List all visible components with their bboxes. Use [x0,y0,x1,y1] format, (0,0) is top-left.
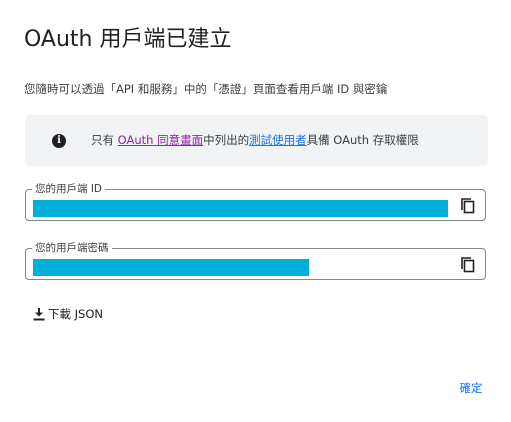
info-middle: 中列出的 [203,133,250,147]
client-secret-field[interactable]: 您的用戶端密碼 [25,240,486,280]
client-id-label: 您的用戶端 ID [32,181,106,197]
client-id-field[interactable]: 您的用戶端 ID [25,181,486,221]
download-json-button[interactable]: 下載 JSON [32,302,103,326]
info-suffix: 具備 OAuth 存取權限 [306,133,419,147]
download-json-label: 下載 JSON [48,307,104,321]
client-secret-label: 您的用戶端密碼 [32,240,112,256]
info-text: 只有 OAuth 同意畫面中列出的測試使用者具備 OAuth 存取權限 [91,131,419,149]
confirm-button[interactable]: 確定 [449,377,493,399]
test-users-link[interactable]: 測試使用者 [249,133,307,147]
dialog-subtitle: 您隨時可以透過「API 和服務」中的「憑證」頁面查看用戶端 ID 與密鑰 [24,82,388,96]
copy-icon[interactable] [461,198,475,214]
dialog-title: OAuth 用戶端已建立 [24,27,232,52]
client-id-value[interactable] [33,200,448,217]
consent-screen-link[interactable]: OAuth 同意畫面 [118,133,203,147]
client-secret-value[interactable] [33,259,309,276]
download-icon [33,308,45,321]
info-notice: i 只有 OAuth 同意畫面中列出的測試使用者具備 OAuth 存取權限 [25,115,488,166]
info-prefix: 只有 [91,133,114,147]
oauth-client-created-dialog: OAuth 用戶端已建立 您隨時可以透過「API 和服務」中的「憑證」頁面查看用… [0,0,511,422]
copy-icon[interactable] [461,257,475,273]
info-icon: i [52,134,66,148]
